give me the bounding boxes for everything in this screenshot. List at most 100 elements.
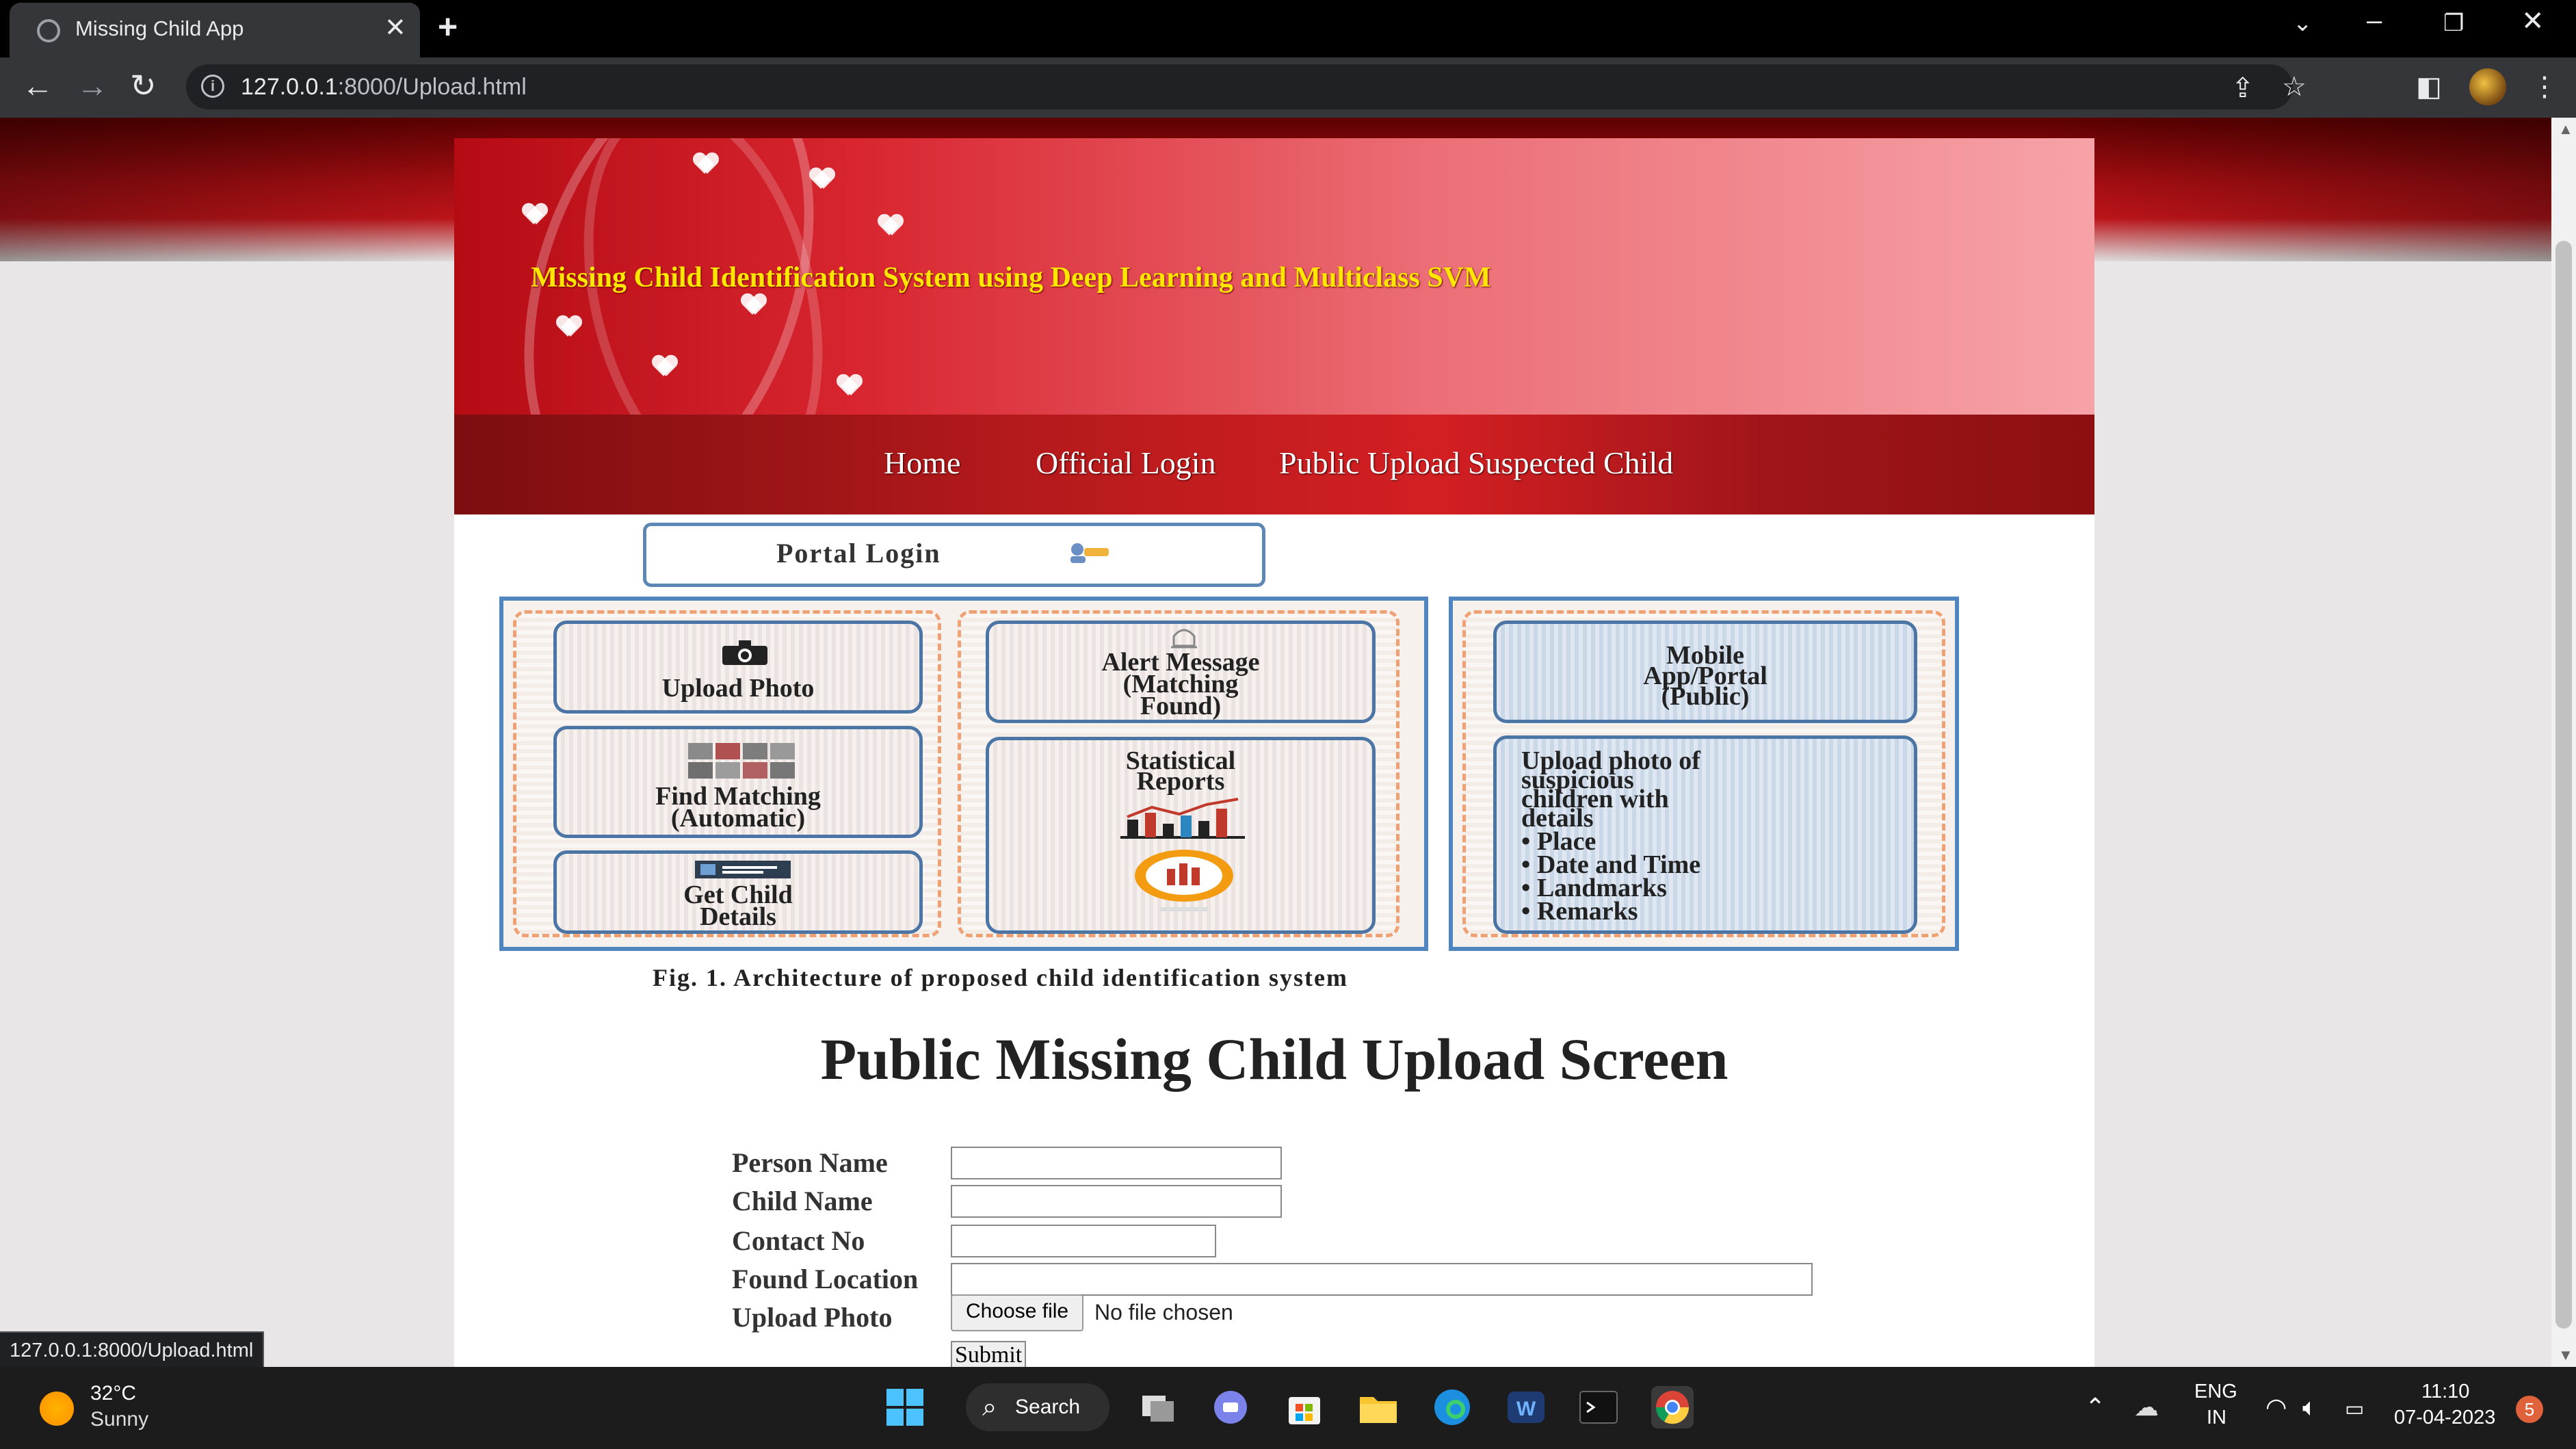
upload-photo-label: Upload Photo xyxy=(661,674,815,703)
page-viewport: Missing Child Identification System usin… xyxy=(0,118,2551,1367)
public-portal-panel: Mobile App/Portal (Public) Upload photo … xyxy=(1449,597,1959,951)
alert-message-label-3: Found) xyxy=(1140,692,1222,720)
found-location-input[interactable] xyxy=(951,1263,1813,1296)
bullet-item: • Place xyxy=(1521,827,1596,856)
nav-public-upload[interactable]: Public Upload Suspected Child xyxy=(1279,445,1673,481)
alert-message-box: Alert Message (Matching Found) xyxy=(986,621,1376,723)
id-card-icon xyxy=(695,861,791,878)
heart-icon xyxy=(741,294,766,312)
figure-caption: Fig. 1. Architecture of proposed child i… xyxy=(653,964,1348,991)
main-nav: Home Official Login Public Upload Suspec… xyxy=(454,415,2094,514)
search-icon: ⌕ xyxy=(982,1393,997,1422)
windows-start-icon[interactable] xyxy=(884,1386,926,1428)
notification-badge[interactable]: 5 xyxy=(2516,1396,2543,1423)
heart-icon xyxy=(837,375,862,393)
info-icon[interactable]: i xyxy=(201,75,224,98)
battery-icon[interactable]: ▭ xyxy=(2345,1397,2364,1421)
file-status-text: No file chosen xyxy=(1094,1300,1233,1324)
edge-browser-icon[interactable] xyxy=(1431,1386,1473,1428)
choose-file-button[interactable]: Choose file xyxy=(951,1294,1084,1331)
official-right-column: Alert Message (Matching Found) Statistic… xyxy=(958,610,1399,937)
portal-login-label: Portal Login xyxy=(776,538,941,569)
minimize-icon[interactable]: – xyxy=(2367,5,2382,36)
upload-suspicious-label-4: details xyxy=(1521,804,1594,833)
child-name-input[interactable] xyxy=(951,1185,1282,1218)
person-name-input[interactable] xyxy=(951,1147,1282,1179)
forward-icon[interactable]: → xyxy=(77,67,108,104)
submit-button[interactable]: Submit xyxy=(951,1341,1027,1367)
statistical-reports-label-2: Reports xyxy=(1136,767,1225,796)
get-child-details-box: Get Child Details xyxy=(553,850,923,934)
public-column: Mobile App/Portal (Public) Upload photo … xyxy=(1462,610,1945,937)
tab-search-icon[interactable]: ⌄ xyxy=(2293,10,2313,37)
scroll-down-icon[interactable]: ▼ xyxy=(2558,1346,2573,1364)
heart-icon xyxy=(523,204,547,222)
bookmark-star-icon[interactable]: ☆ xyxy=(2282,71,2306,103)
weather-description[interactable]: Sunny xyxy=(90,1408,148,1431)
heart-icon xyxy=(653,356,677,374)
scroll-up-icon[interactable]: ▲ xyxy=(2558,120,2573,138)
link-status-tooltip: 127.0.0.1:8000/Upload.html xyxy=(0,1331,265,1368)
person-name-label: Person Name xyxy=(732,1147,888,1178)
heart-icon xyxy=(694,153,718,171)
child-name-label: Child Name xyxy=(732,1186,873,1216)
weather-temperature[interactable]: 32°C xyxy=(90,1382,136,1405)
menu-kebab-icon[interactable]: ⋮ xyxy=(2531,71,2558,103)
taskbar-search[interactable]: ⌕ Search xyxy=(966,1383,1109,1431)
sun-icon[interactable] xyxy=(40,1392,74,1426)
url-text[interactable]: 127.0.0.1:8000/Upload.html xyxy=(241,74,527,101)
chevron-up-icon[interactable]: ⌃ xyxy=(2085,1393,2105,1422)
browser-tab[interactable]: Missing Child App ✕ xyxy=(10,3,420,57)
page-scrollbar[interactable]: ▲ ▼ xyxy=(2551,118,2576,1367)
clock-date[interactable]: 07-04-2023 xyxy=(2394,1407,2495,1429)
nav-home[interactable]: Home xyxy=(884,445,960,481)
find-matching-label-2: (Automatic) xyxy=(670,804,806,833)
reload-icon[interactable]: ↻ xyxy=(130,67,157,104)
close-window-icon[interactable]: ✕ xyxy=(2521,5,2545,37)
wifi-icon[interactable]: ◠ xyxy=(2265,1393,2287,1422)
back-icon[interactable]: ← xyxy=(22,67,53,104)
portal-login-box: Portal Login xyxy=(643,523,1265,587)
contact-no-input[interactable] xyxy=(951,1225,1216,1257)
page-container: Missing Child Identification System usin… xyxy=(454,138,2094,1367)
task-view-icon[interactable] xyxy=(1137,1386,1179,1428)
bell-icon xyxy=(1171,629,1197,649)
bullet-item: • Date and Time xyxy=(1521,850,1701,879)
terminal-icon[interactable] xyxy=(1577,1386,1620,1428)
scrollbar-thumb[interactable] xyxy=(2555,241,2572,1329)
upload-photo-box: Upload Photo xyxy=(553,621,923,714)
chat-icon[interactable] xyxy=(1209,1386,1252,1428)
cloud-sync-icon[interactable]: ☁ xyxy=(2134,1393,2159,1422)
side-panel-icon[interactable]: ◧ xyxy=(2416,71,2442,103)
language-indicator[interactable]: ENG xyxy=(2194,1381,2237,1403)
profile-avatar[interactable] xyxy=(2469,68,2506,105)
found-location-label: Found Location xyxy=(732,1264,919,1294)
nav-official-login[interactable]: Official Login xyxy=(1036,445,1216,481)
svg-text:W: W xyxy=(1516,1398,1536,1420)
official-left-column: Upload Photo Find Matching (Automatic) G… xyxy=(513,610,941,937)
restore-icon[interactable]: ❐ xyxy=(2443,10,2464,37)
share-icon[interactable]: ⇪ xyxy=(2231,73,2255,104)
app-w-icon[interactable]: W xyxy=(1505,1386,1547,1428)
address-bar[interactable]: i 127.0.0.1:8000/Upload.html ⇪ ☆ xyxy=(186,64,2306,109)
login-person-icon xyxy=(1070,543,1109,563)
find-matching-box: Find Matching (Automatic) xyxy=(553,726,923,838)
region-indicator[interactable]: IN xyxy=(2207,1407,2226,1429)
store-icon[interactable] xyxy=(1283,1386,1326,1428)
chrome-icon[interactable] xyxy=(1651,1386,1694,1428)
close-tab-icon[interactable]: ✕ xyxy=(384,12,406,43)
taskbar-search-label: Search xyxy=(1015,1396,1081,1418)
new-tab-button[interactable]: + xyxy=(438,7,458,47)
page-title: Public Missing Child Upload Screen xyxy=(820,1026,1729,1092)
upload-suspicious-box: Upload photo of suspicious children with… xyxy=(1493,735,1917,934)
heart-icon xyxy=(557,316,581,334)
official-portal-panel: Upload Photo Find Matching (Automatic) G… xyxy=(499,597,1428,951)
bullet-item: • Landmarks xyxy=(1521,874,1667,902)
volume-icon[interactable]: 🔈︎ xyxy=(2302,1393,2317,1422)
header-banner: Missing Child Identification System usin… xyxy=(454,138,2094,415)
contact-no-label: Contact No xyxy=(732,1225,865,1256)
taskbar: 32°C Sunny ⌕ Search W ⌃ ☁ ENG IN ◠ 🔈︎ ▭ … xyxy=(0,1367,2576,1449)
bullet-item: • Remarks xyxy=(1521,897,1638,926)
clock-time[interactable]: 11:10 xyxy=(2421,1381,2469,1403)
file-explorer-icon[interactable] xyxy=(1357,1386,1399,1428)
